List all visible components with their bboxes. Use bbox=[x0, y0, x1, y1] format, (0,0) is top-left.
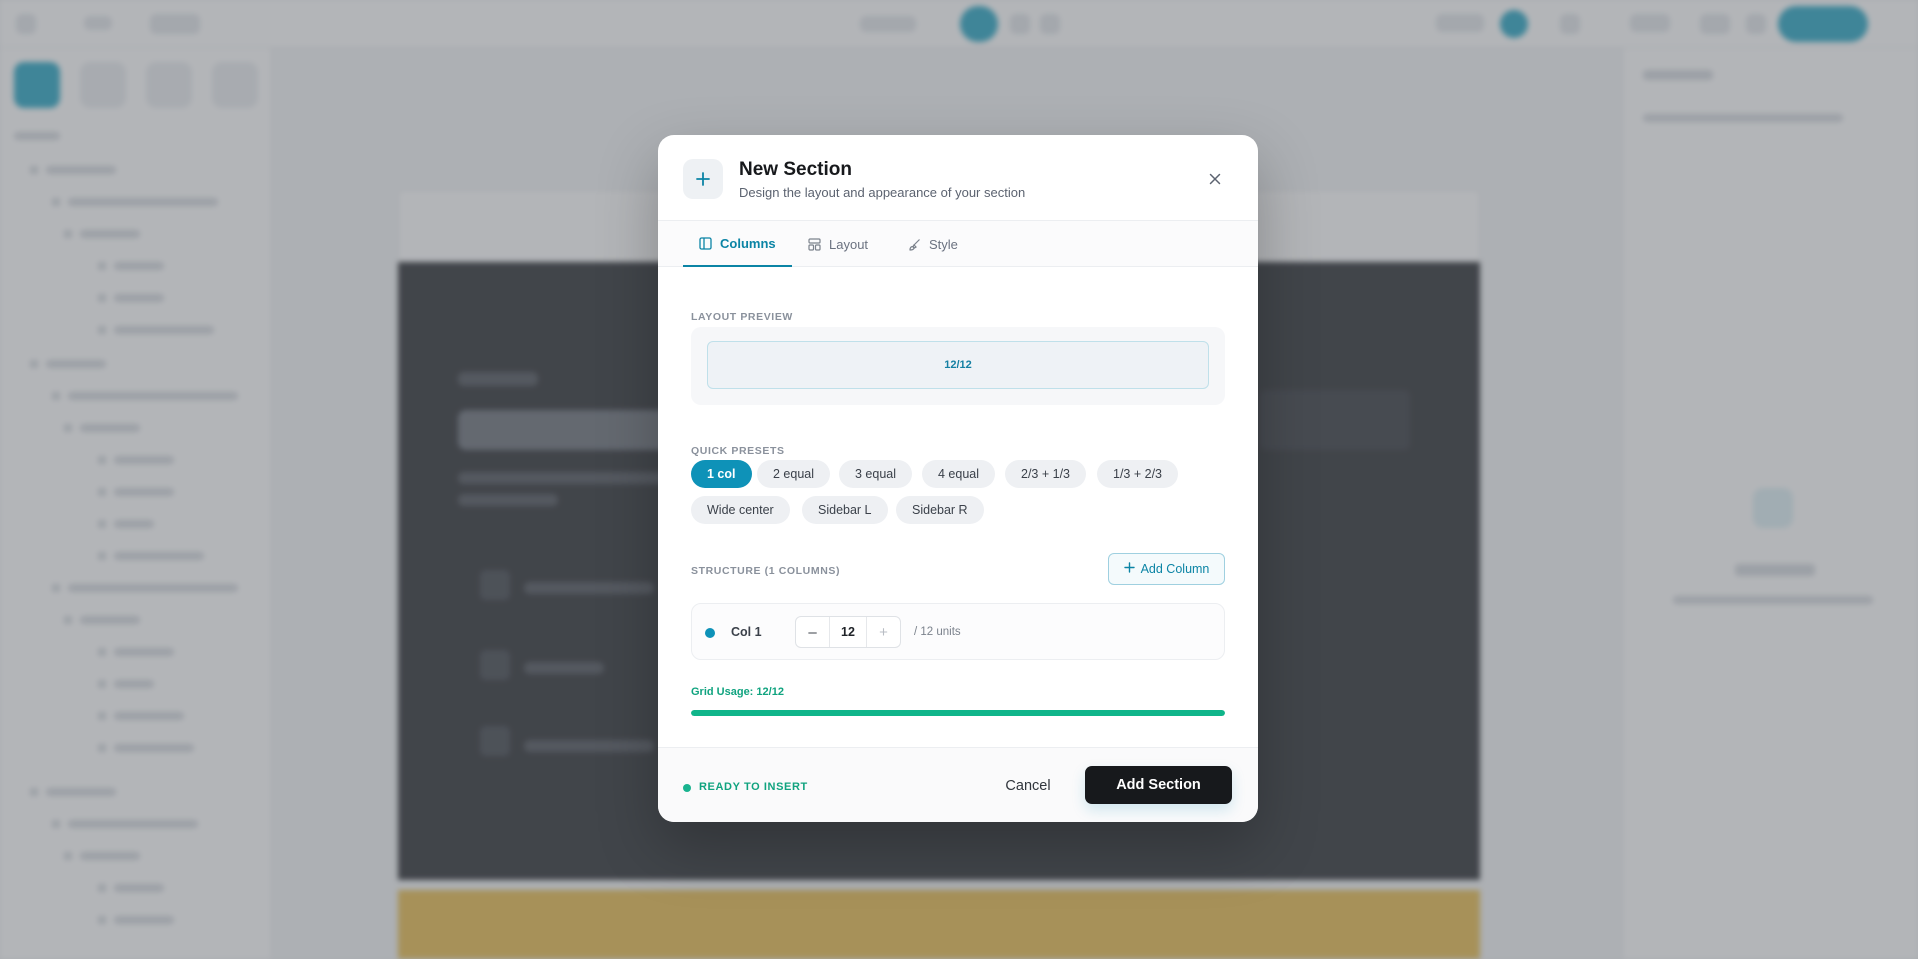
structure-label: STRUCTURE (1 COLUMNS) bbox=[691, 565, 841, 577]
preset-two-thirds-one-third[interactable]: 2/3 + 1/3 bbox=[1005, 460, 1086, 488]
dialog-subtitle: Design the layout and appearance of your… bbox=[739, 185, 1026, 200]
preset-sidebar-left[interactable]: Sidebar L bbox=[802, 496, 888, 524]
plus-icon bbox=[1123, 562, 1135, 576]
preset-3-equal[interactable]: 3 equal bbox=[839, 460, 913, 488]
preset-1-col[interactable]: 1 col bbox=[691, 460, 752, 488]
quick-presets-label: QUICK PRESETS bbox=[691, 445, 785, 457]
preset-wide-center[interactable]: Wide center bbox=[691, 496, 790, 524]
preset-4-equal[interactable]: 4 equal bbox=[922, 460, 996, 488]
layout-preview: 12/12 bbox=[691, 327, 1225, 405]
tab-columns[interactable]: Columns bbox=[683, 221, 792, 267]
layout-preview-label: LAYOUT PREVIEW bbox=[691, 311, 793, 323]
columns-icon bbox=[699, 236, 712, 250]
column-name: Col 1 bbox=[731, 625, 762, 639]
grid-usage-bar bbox=[691, 710, 1225, 716]
grid-usage-label: Grid Usage: 12/12 bbox=[691, 686, 784, 698]
dialog-footer: READY TO INSERT Cancel Add Section bbox=[658, 747, 1258, 822]
preset-sidebar-right[interactable]: Sidebar R bbox=[896, 496, 984, 524]
tab-label: Columns bbox=[720, 235, 776, 251]
status-dot bbox=[683, 784, 691, 792]
tab-label: Style bbox=[929, 236, 958, 252]
preset-one-third-two-thirds[interactable]: 1/3 + 2/3 bbox=[1097, 460, 1178, 488]
column-units: / 12 units bbox=[914, 626, 961, 638]
cancel-button[interactable]: Cancel bbox=[988, 766, 1068, 806]
tab-label: Layout bbox=[829, 236, 869, 252]
brush-icon bbox=[908, 238, 921, 251]
layout-icon bbox=[808, 237, 821, 251]
plus-icon bbox=[683, 159, 723, 199]
column-color-dot bbox=[705, 628, 715, 638]
column-width-value[interactable]: 12 bbox=[829, 617, 867, 647]
status-text: READY TO INSERT bbox=[699, 781, 808, 793]
tab-layout[interactable]: Layout bbox=[792, 221, 884, 267]
tab-style[interactable]: Style bbox=[892, 221, 974, 267]
new-section-dialog: New Section Design the layout and appear… bbox=[658, 135, 1258, 822]
dialog-header: New Section Design the layout and appear… bbox=[658, 135, 1258, 221]
decrement-button[interactable]: – bbox=[796, 617, 829, 647]
grid-usage-fill bbox=[691, 710, 1225, 716]
column-row: Col 1 – 12 + / 12 units bbox=[691, 603, 1225, 660]
preset-2-equal[interactable]: 2 equal bbox=[757, 460, 831, 488]
column-width-stepper: – 12 + bbox=[795, 616, 901, 648]
dialog-tabs: Columns Layout Style bbox=[658, 221, 1258, 267]
preview-column: 12/12 bbox=[707, 341, 1209, 389]
add-section-button[interactable]: Add Section bbox=[1085, 766, 1232, 804]
add-column-label: Add Column bbox=[1140, 562, 1210, 576]
close-icon[interactable] bbox=[1204, 168, 1226, 190]
increment-button[interactable]: + bbox=[867, 617, 900, 647]
dialog-title: New Section bbox=[739, 159, 852, 180]
add-column-button[interactable]: Add Column bbox=[1108, 553, 1225, 585]
columns-tab-panel: LAYOUT PREVIEW 12/12 QUICK PRESETS 1 col… bbox=[658, 267, 1258, 747]
